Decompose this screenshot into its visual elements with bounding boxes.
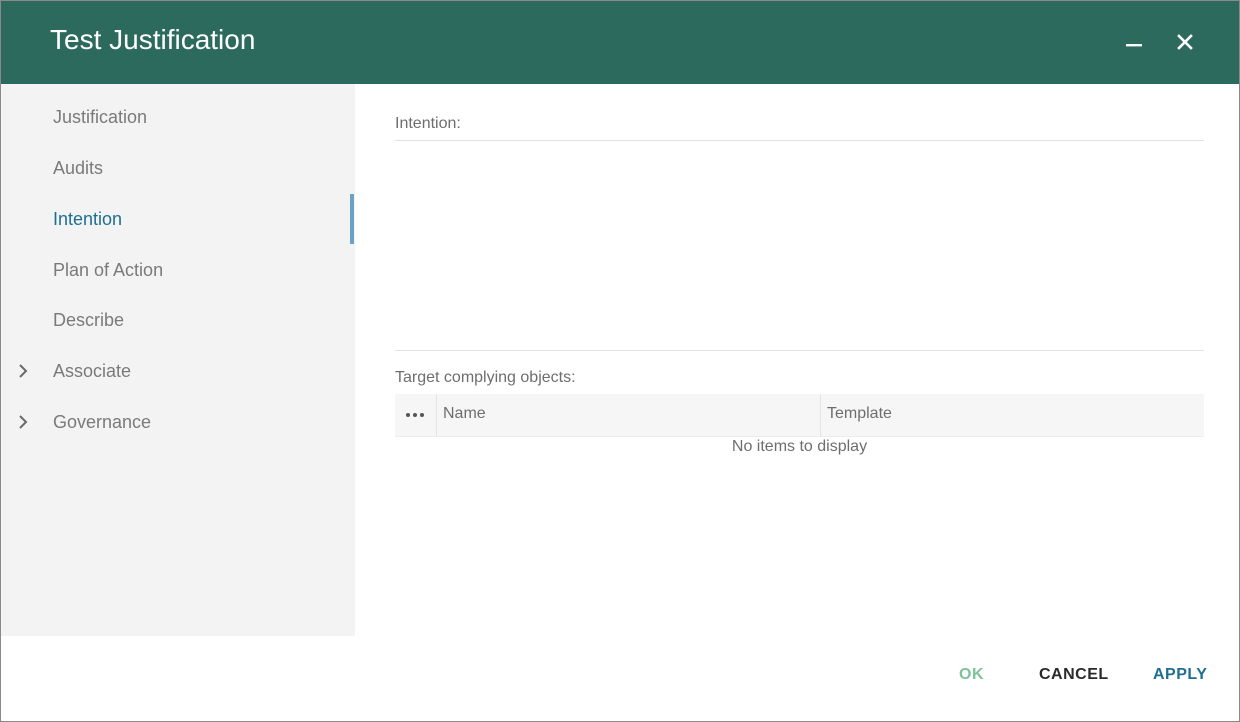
column-header-template[interactable]: Template	[821, 394, 1204, 436]
ok-button[interactable]: OK	[959, 666, 984, 684]
target-complying-objects-label: Target complying objects:	[395, 369, 576, 386]
sidebar-item-label: Describe	[53, 310, 125, 330]
sidebar-item-label: Associate	[53, 361, 132, 381]
column-header-label: Name	[443, 405, 486, 422]
test-justification-dialog: Test Justification Justification Audits …	[0, 0, 1240, 722]
more-horizontal-icon	[406, 413, 424, 417]
sidebar-nav: Justification Audits Intention Plan of A…	[1, 84, 355, 636]
sidebar-item-label: Justification	[53, 107, 148, 127]
dialog-footer: OK CANCEL APPLY	[1, 636, 1239, 721]
sidebar-item-justification[interactable]: Justification	[1, 95, 355, 141]
sidebar-item-intention[interactable]: Intention	[1, 194, 355, 244]
sidebar-item-label: Governance	[53, 412, 152, 432]
dialog-title: Test Justification	[50, 24, 256, 55]
close-icon	[1177, 34, 1193, 50]
intention-label: Intention:	[395, 115, 461, 132]
column-header-name[interactable]: Name	[437, 394, 821, 436]
active-indicator	[350, 194, 354, 244]
sidebar-item-label: Plan of Action	[53, 260, 164, 280]
chevron-right-icon[interactable]	[15, 412, 31, 432]
sidebar-item-describe[interactable]: Describe	[1, 298, 355, 344]
column-header-label: Template	[827, 405, 892, 422]
grid-menu-button[interactable]	[395, 394, 437, 436]
minimize-icon	[1126, 44, 1142, 47]
apply-button[interactable]: APPLY	[1153, 666, 1207, 684]
cancel-button[interactable]: CANCEL	[1039, 666, 1109, 684]
chevron-right-icon[interactable]	[15, 361, 31, 381]
sidebar-item-audits[interactable]: Audits	[1, 146, 355, 192]
close-button[interactable]	[1168, 25, 1202, 59]
intention-divider-bottom	[395, 350, 1204, 351]
sidebar-item-label: Intention	[53, 209, 123, 229]
title-bar: Test Justification	[1, 1, 1239, 84]
sidebar-item-associate[interactable]: Associate	[1, 349, 355, 395]
intention-text-area[interactable]	[395, 141, 1204, 349]
sidebar-item-governance[interactable]: Governance	[1, 400, 355, 446]
sidebar-item-plan-of-action[interactable]: Plan of Action	[1, 248, 355, 294]
grid-empty-message: No items to display	[731, 438, 868, 455]
minimize-button[interactable]	[1117, 25, 1151, 59]
sidebar-item-label: Audits	[53, 158, 104, 178]
content-pane: Intention: Target complying objects: Nam…	[355, 84, 1239, 636]
grid-header: Name Template	[395, 394, 1204, 437]
